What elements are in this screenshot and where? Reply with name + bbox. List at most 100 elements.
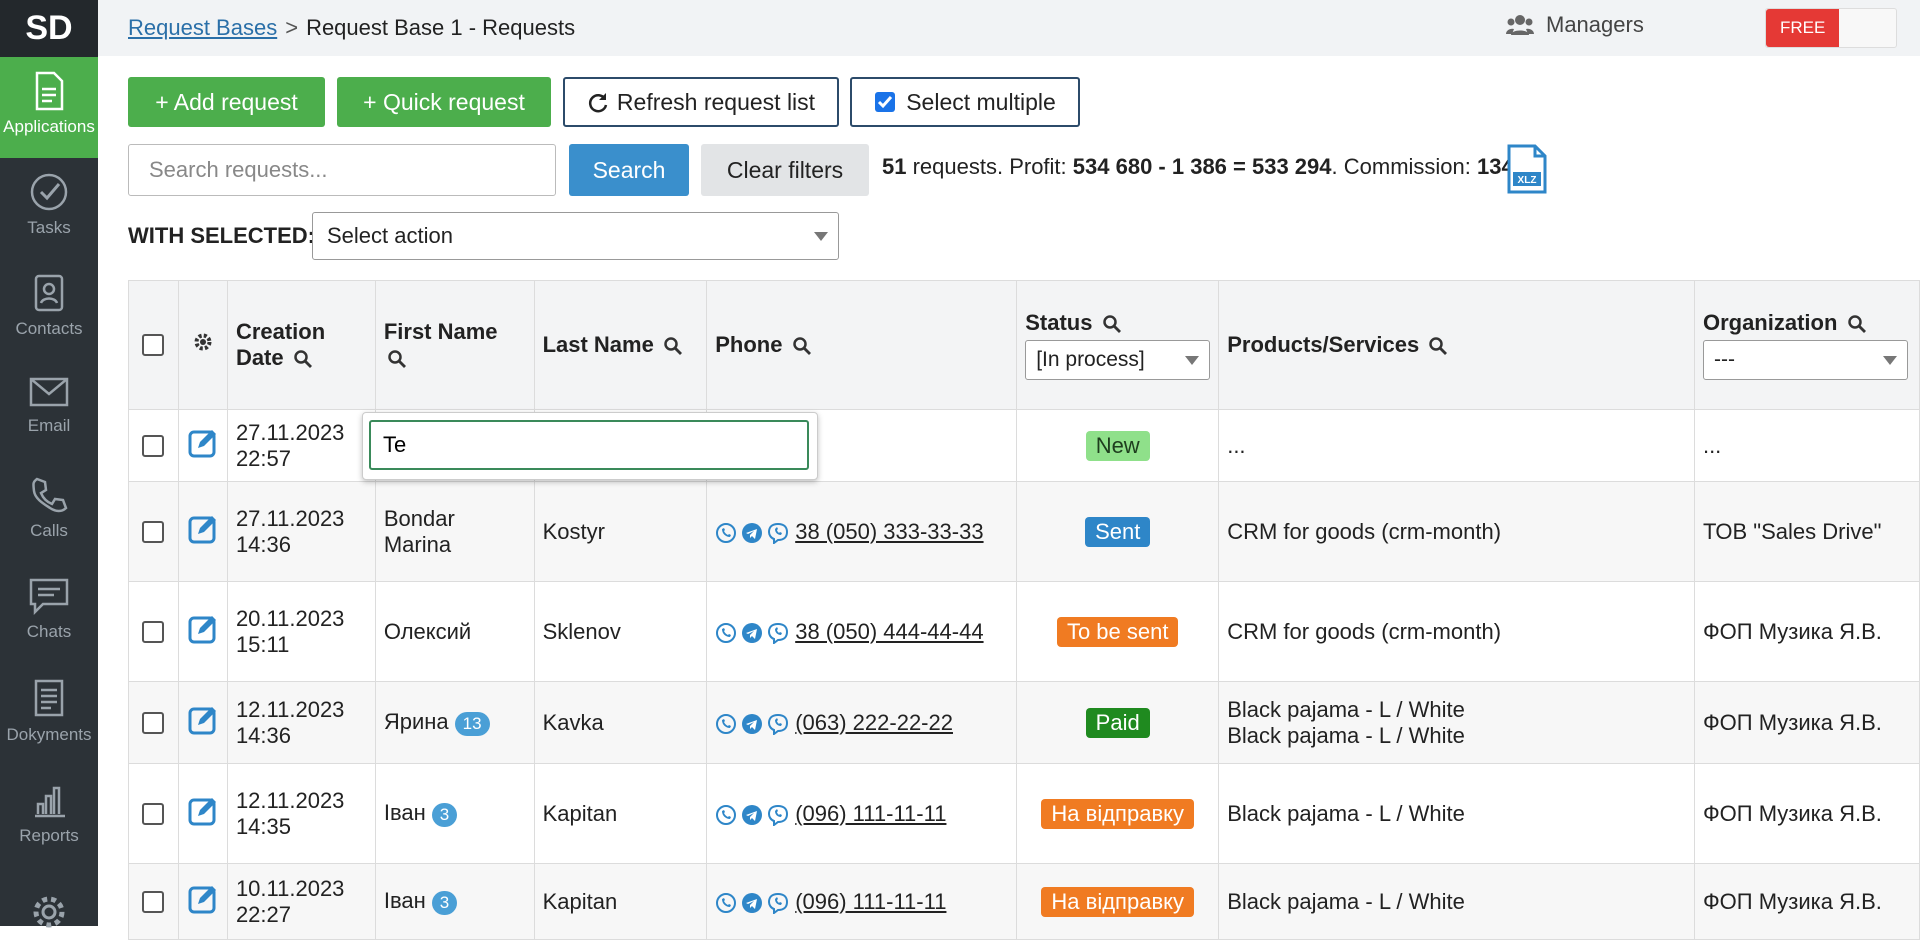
telegram-icon[interactable]	[741, 622, 763, 644]
phone-link[interactable]: (096) 111-11-11	[795, 889, 946, 914]
row-checkbox[interactable]	[142, 802, 165, 825]
select-action-dropdown[interactable]: Select action	[312, 212, 839, 260]
product-text: CRM for goods (crm-month)	[1227, 518, 1502, 544]
search-icon[interactable]	[294, 350, 312, 369]
sidebar-item-email[interactable]: Email	[0, 360, 98, 461]
telegram-icon[interactable]	[741, 892, 763, 914]
select-multiple-toggle[interactable]: Select multiple	[850, 77, 1080, 127]
sidebar-item-chats[interactable]: Chats	[0, 562, 98, 663]
first-name-cell[interactable]: Bondar Marina	[374, 481, 535, 582]
search-icon[interactable]	[1847, 315, 1866, 334]
search-input[interactable]	[128, 144, 556, 196]
edit-icon[interactable]	[187, 704, 219, 736]
first-name-cell[interactable]: Ярина 13	[374, 681, 535, 764]
phone-link[interactable]: 38 (050) 333-33-33	[795, 519, 983, 544]
managers-button[interactable]: Managers	[1506, 12, 1644, 38]
telegram-icon[interactable]	[741, 804, 763, 826]
status-badge[interactable]: To be sent	[1056, 616, 1179, 647]
status-badge[interactable]: New	[1085, 430, 1150, 461]
viber-icon[interactable]	[767, 892, 789, 914]
last-name-cell[interactable]: Kavka	[533, 681, 708, 764]
phone-link[interactable]: (096) 111-11-11	[795, 801, 946, 826]
search-icon[interactable]	[388, 350, 406, 369]
phone-link[interactable]: 38 (050) 444-44-44	[795, 619, 983, 644]
row-checkbox[interactable]	[142, 434, 165, 457]
last-name-cell[interactable]: Kostyr	[533, 481, 708, 582]
inline-edit-input[interactable]	[369, 420, 809, 470]
search-button[interactable]: Search	[569, 144, 689, 196]
edit-icon[interactable]	[187, 883, 219, 915]
sidebar-item-reports[interactable]: Reports	[0, 764, 98, 865]
sidebar-item-applications[interactable]: Applications	[0, 57, 98, 158]
clear-filters-button[interactable]: Clear filters	[701, 144, 869, 196]
viber-icon[interactable]	[767, 804, 789, 826]
checkbox-checked-icon[interactable]	[874, 91, 896, 113]
search-icon[interactable]	[1429, 337, 1448, 356]
sidebar-item-settings[interactable]	[0, 880, 98, 928]
breadcrumb-link-request-bases[interactable]: Request Bases	[128, 15, 277, 40]
table-row[interactable]: 12.11.2023 14:35 Іван 3 Kapitan (096) 111-11-…	[128, 763, 1920, 864]
phone-link[interactable]: (063) 222-22-22	[795, 710, 953, 735]
header-status[interactable]: Status [In process]	[1016, 280, 1220, 410]
row-checkbox[interactable]	[142, 620, 165, 643]
last-name-cell[interactable]: Kapitan	[533, 863, 708, 940]
search-icon[interactable]	[792, 337, 811, 356]
edit-icon[interactable]	[187, 613, 219, 645]
status-badge[interactable]: На відправку	[1041, 798, 1194, 829]
status-cell: New	[1016, 409, 1220, 482]
viber-icon[interactable]	[767, 713, 789, 735]
sidebar-item-documents[interactable]: Dokyments	[0, 663, 98, 764]
sidebar-item-calls[interactable]: Calls	[0, 461, 98, 562]
header-creation-date[interactable]: Creation Date	[226, 280, 376, 410]
status-filter-dropdown[interactable]: [In process]	[1025, 340, 1211, 380]
telegram-icon[interactable]	[741, 522, 763, 544]
first-name-cell[interactable]: Олексий	[374, 581, 535, 682]
request-count-badge[interactable]: 3	[431, 803, 458, 827]
edit-icon[interactable]	[187, 795, 219, 827]
telegram-icon[interactable]	[741, 713, 763, 735]
request-count-badge[interactable]: 13	[454, 712, 490, 736]
last-name-cell[interactable]: Kapitan	[533, 763, 708, 864]
status-badge[interactable]: Sent	[1085, 516, 1151, 547]
header-products[interactable]: Products/Services	[1218, 280, 1695, 410]
organization-filter-dropdown[interactable]: ---	[1702, 340, 1908, 380]
row-checkbox[interactable]	[142, 711, 165, 734]
plan-toggle[interactable]: FREE	[1765, 8, 1897, 48]
table-row[interactable]: 27.11.2023 14:36 Bondar Marina Kostyr 38 (05…	[128, 481, 1920, 582]
last-name-cell[interactable]: Sklenov	[533, 581, 708, 682]
viber-icon[interactable]	[767, 522, 789, 544]
whatsapp-icon[interactable]	[715, 522, 737, 544]
table-row[interactable]: 12.11.2023 14:36 Ярина 13 Kavka (063) 222-22-…	[128, 681, 1920, 764]
whatsapp-icon[interactable]	[715, 804, 737, 826]
edit-icon[interactable]	[187, 427, 219, 459]
table-row[interactable]: 10.11.2023 22:27 Іван 3 Kapitan (096) 111-11-…	[128, 863, 1920, 940]
first-name-cell[interactable]: Іван 3	[374, 863, 535, 940]
whatsapp-icon[interactable]	[715, 892, 737, 914]
whatsapp-icon[interactable]	[715, 622, 737, 644]
export-xlz-icon[interactable]: XLZ	[1505, 144, 1549, 199]
header-organization[interactable]: Organization ---	[1693, 280, 1920, 410]
table-row[interactable]: 20.11.2023 15:11 Олексий Sklenov 38 (050) 44…	[128, 581, 1920, 682]
header-first-name[interactable]: First Name	[374, 280, 535, 410]
row-checkbox[interactable]	[142, 520, 165, 543]
select-all-checkbox[interactable]	[142, 334, 165, 356]
sidebar-item-tasks[interactable]: Tasks	[0, 158, 98, 259]
viber-icon[interactable]	[767, 622, 789, 644]
refresh-button[interactable]: Refresh request list	[563, 77, 839, 127]
add-request-button[interactable]: + Add request	[128, 77, 325, 127]
request-count-badge[interactable]: 3	[431, 891, 458, 915]
edit-icon[interactable]	[187, 513, 219, 545]
quick-request-button[interactable]: + Quick request	[337, 77, 551, 127]
sidebar-item-contacts[interactable]: Contacts	[0, 259, 98, 360]
status-badge[interactable]: Paid	[1085, 707, 1150, 738]
row-checkbox[interactable]	[142, 890, 165, 913]
first-name-cell[interactable]: Іван 3	[374, 763, 535, 864]
gear-icon[interactable]	[193, 332, 213, 352]
search-icon[interactable]	[1102, 315, 1121, 334]
status-badge[interactable]: На відправку	[1041, 886, 1194, 917]
header-last-name[interactable]: Last Name	[533, 280, 708, 410]
search-icon[interactable]	[664, 337, 682, 356]
whatsapp-icon[interactable]	[715, 713, 737, 735]
header-phone[interactable]: Phone	[706, 280, 1018, 410]
app-logo[interactable]: SD	[0, 0, 98, 57]
